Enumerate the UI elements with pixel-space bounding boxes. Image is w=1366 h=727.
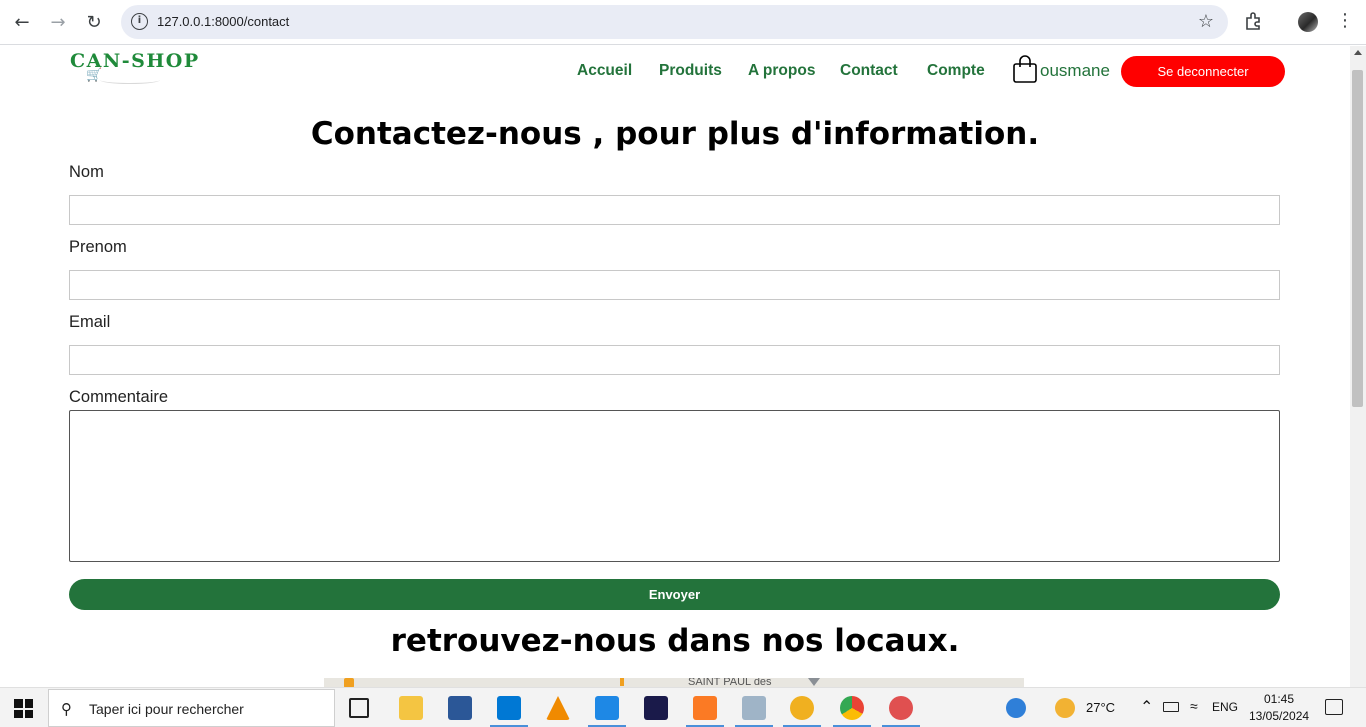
profile-avatar[interactable]	[1298, 12, 1318, 32]
logout-button[interactable]: Se deconnecter	[1121, 56, 1285, 87]
nav-accueil[interactable]: Accueil	[577, 62, 632, 80]
extensions-icon[interactable]	[1243, 11, 1263, 31]
vlc-icon[interactable]	[546, 696, 570, 720]
email-input[interactable]	[69, 345, 1280, 375]
clock-date[interactable]: 13/05/2024	[1249, 709, 1309, 723]
nav-contact[interactable]: Contact	[840, 62, 898, 80]
address-url[interactable]: 127.0.0.1:8000/contact	[157, 14, 289, 29]
nom-label: Nom	[69, 163, 104, 181]
help-icon[interactable]	[1006, 698, 1026, 718]
task-view-icon[interactable]	[349, 698, 369, 718]
prenom-input[interactable]	[69, 270, 1280, 300]
scrollbar-thumb[interactable]	[1352, 70, 1363, 407]
username: ousmane	[1040, 61, 1110, 80]
send-button[interactable]: Envoyer	[69, 579, 1280, 610]
address-bar[interactable]: i 127.0.0.1:8000/contact ☆	[121, 5, 1228, 39]
nav-produits[interactable]: Produits	[659, 62, 722, 80]
search-placeholder: Taper ici pour rechercher	[89, 701, 244, 717]
search-icon: ⚲	[61, 700, 72, 718]
weather-moon-icon[interactable]	[1055, 698, 1075, 718]
weather-temperature[interactable]: 27°C	[1086, 700, 1115, 715]
browser-toolbar: ← → ↻ i 127.0.0.1:8000/contact ☆ ⋮	[0, 0, 1366, 45]
email-label: Email	[69, 313, 111, 331]
windows-start-icon[interactable]	[14, 699, 33, 718]
file-explorer-icon[interactable]	[399, 696, 423, 720]
map-poi-icon	[344, 678, 354, 687]
map-embed[interactable]: SAINT PAUL des	[324, 678, 1024, 687]
virtualbox-icon[interactable]	[595, 696, 619, 720]
forward-icon[interactable]: →	[45, 9, 71, 35]
map-place-label: SAINT PAUL des	[688, 678, 772, 687]
tray-chevron-up-icon[interactable]: ⌃	[1140, 697, 1153, 717]
taskbar-search[interactable]: ⚲ Taper ici pour rechercher	[48, 689, 335, 727]
shopping-bag-icon[interactable]	[1012, 54, 1038, 84]
pgadmin-icon[interactable]	[790, 696, 814, 720]
notifications-icon[interactable]	[1325, 699, 1343, 715]
map-poi-icon	[620, 678, 624, 686]
site-info-icon[interactable]: i	[131, 13, 148, 30]
commentaire-label: Commentaire	[69, 388, 169, 406]
nav-compte[interactable]: Compte	[927, 62, 985, 80]
windows-taskbar: ⚲ Taper ici pour rechercher 27°C ⌃ ≈ ENG…	[0, 687, 1366, 727]
battery-icon[interactable]	[1163, 702, 1179, 712]
reload-icon[interactable]: ↻	[81, 9, 107, 35]
bookmark-star-icon[interactable]: ☆	[1198, 11, 1214, 32]
prenom-label: Prenom	[69, 238, 127, 256]
language-indicator[interactable]: ENG	[1212, 700, 1238, 714]
nav-a-propos[interactable]: A propos	[748, 62, 815, 80]
locations-title: retrouvez-nous dans nos locaux.	[390, 623, 960, 659]
commentaire-textarea[interactable]	[69, 410, 1280, 562]
xampp-icon[interactable]	[693, 696, 717, 720]
wifi-icon[interactable]: ≈	[1190, 698, 1198, 714]
nom-input[interactable]	[69, 195, 1280, 225]
scroll-up-icon[interactable]	[1354, 50, 1362, 55]
visual-studio-icon[interactable]	[644, 696, 668, 720]
image-viewer-icon[interactable]	[742, 696, 766, 720]
browser-menu-icon[interactable]: ⋮	[1336, 10, 1354, 31]
page-content: CAN-SHOP 🛒 Accueil Produits A propos Con…	[0, 46, 1350, 687]
chrome-icon[interactable]	[840, 696, 864, 720]
map-marker-icon	[808, 678, 820, 686]
page-scrollbar[interactable]	[1350, 46, 1366, 687]
vscode-icon[interactable]	[497, 696, 521, 720]
word-icon[interactable]	[448, 696, 472, 720]
logo-swoosh	[100, 76, 160, 84]
back-icon[interactable]: ←	[9, 9, 35, 35]
page-title: Contactez-nous , pour plus d'information…	[310, 116, 1040, 152]
clock-time[interactable]: 01:45	[1264, 692, 1294, 706]
paint-icon[interactable]	[889, 696, 913, 720]
